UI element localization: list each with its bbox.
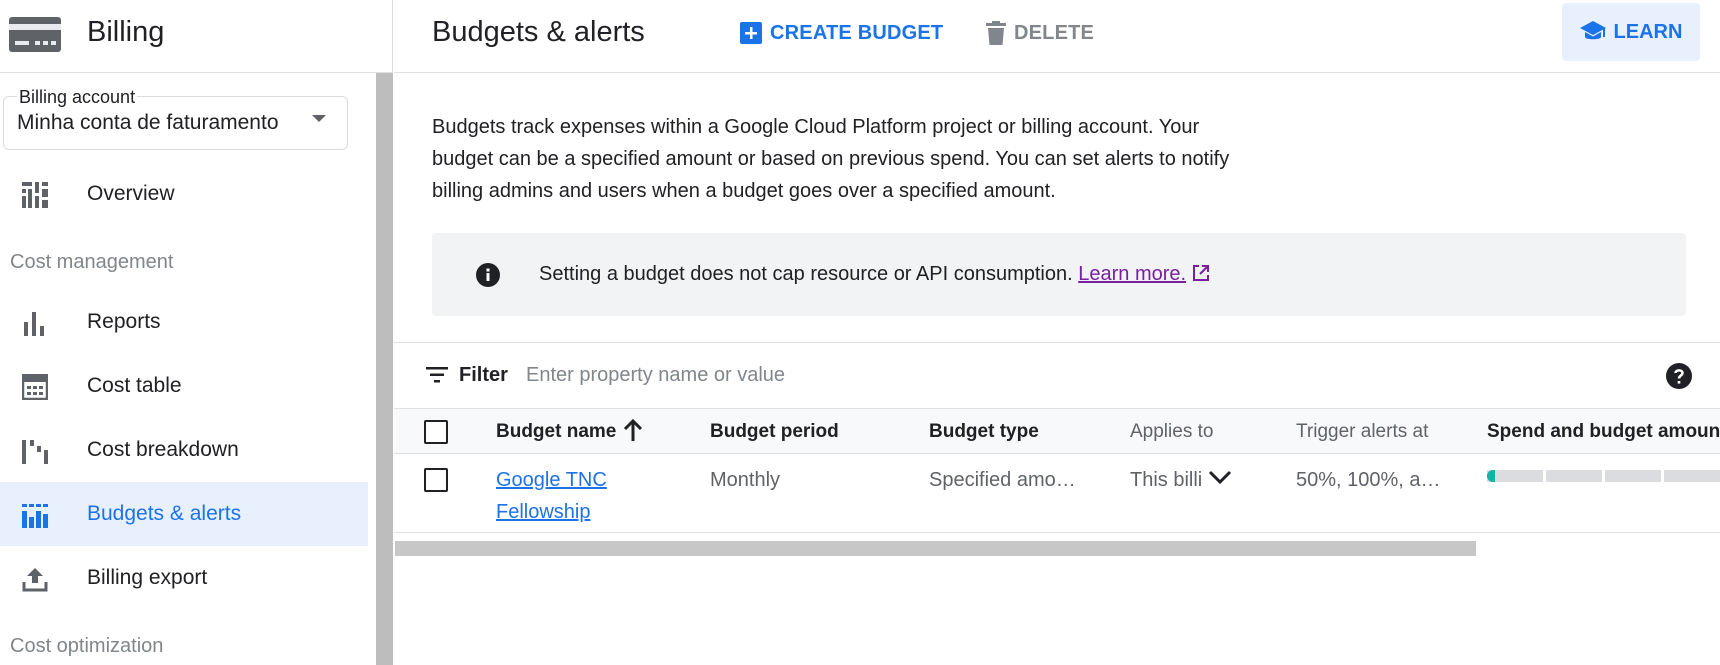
info-icon [476,263,500,287]
column-header-applies-to: Applies to [1130,421,1214,442]
budgets-icon [22,504,48,528]
info-text: Setting a budget does not cap resource o… [539,263,1073,285]
dropdown-caret-icon[interactable] [312,115,326,122]
upload-icon [22,568,48,592]
help-icon[interactable] [1666,363,1692,389]
sidebar-item-label: Cost breakdown [87,438,239,461]
create-budget-label: CREATE BUDGET [770,21,944,44]
add-box-icon [740,22,762,44]
sidebar-item-label: Billing export [87,566,208,589]
expand-chevron-icon[interactable] [1207,467,1233,487]
spend-progress-bar [1487,470,1720,482]
sidebar-item-reports[interactable]: Reports [0,290,368,354]
overview-icon [22,182,48,208]
sidebar-item-budgets-alerts[interactable]: Budgets & alerts [0,482,368,546]
filter-icon [426,367,448,383]
billing-card-icon [9,17,61,52]
trigger-alerts-cell: 50%, 100%, a… [1296,469,1441,491]
delete-label: DELETE [1014,21,1095,44]
sidebar-item-billing-export[interactable]: Billing export [0,546,368,610]
info-text-row: Setting a budget does not cap resource o… [539,261,1210,287]
billing-account-value: Minha conta de faturamento [17,111,279,134]
filter-bar: Filter [394,342,1720,408]
external-link-icon[interactable] [1192,264,1210,282]
sidebar: Billing Billing account Minha conta de f… [0,0,393,665]
spend-segment [1546,470,1602,482]
learn-button[interactable]: LEARN [1562,3,1700,61]
section-cost-management: Cost management [10,251,174,273]
delete-button[interactable]: DELETE [986,18,1094,48]
sidebar-item-label: Budgets & alerts [87,502,242,525]
sidebar-item-overview[interactable]: Overview [0,162,368,226]
column-header-budget-period[interactable]: Budget period [710,420,839,444]
column-header-spend-budget: Spend and budget amount [1487,421,1720,442]
column-header-budget-type[interactable]: Budget type [929,420,1039,444]
filter-input[interactable] [526,359,1126,391]
school-icon [1579,21,1606,40]
budget-period-cell: Monthly [710,469,781,491]
calculator-icon [22,374,48,400]
sidebar-title: Billing [87,16,165,48]
spend-segment [1487,470,1543,482]
trash-icon [986,21,1006,45]
create-budget-button[interactable]: CREATE BUDGET [740,18,943,48]
spend-fill [1487,470,1495,482]
page-description: Budgets track expenses within a Google C… [432,116,1230,202]
info-banner: Setting a budget does not cap resource o… [432,233,1686,316]
row-checkbox[interactable] [424,468,448,492]
applies-to-cell: This billi [1130,469,1203,491]
learn-more-link[interactable]: Learn more. [1078,263,1186,285]
billing-account-label: Billing account [17,86,138,108]
filter-label: Filter [459,364,508,386]
sidebar-item-label: Cost table [87,374,182,397]
sidebar-item-cost-table[interactable]: Cost table [0,354,368,418]
section-cost-optimization: Cost optimization [10,635,164,657]
table-header: Budget name Budget period Budget type Ap… [394,408,1720,454]
budget-type-cell: Specified amo… [929,469,1076,491]
budget-name-link[interactable]: Google TNC Fellowship [496,464,636,528]
sidebar-item-label: Reports [87,310,161,333]
sort-ascending-icon[interactable] [622,419,644,443]
page-title: Budgets & alerts [432,16,645,48]
column-header-budget-name[interactable]: Budget name [496,420,616,444]
bar-chart-icon [24,312,44,336]
sidebar-header: Billing [0,0,393,73]
sidebar-scrollbar[interactable] [376,73,393,665]
horizontal-scrollbar[interactable] [395,541,1476,556]
spend-segment [1664,470,1720,482]
sidebar-item-cost-breakdown[interactable]: Cost breakdown [0,418,368,482]
breakdown-icon [22,440,48,464]
sidebar-item-label: Overview [87,182,175,205]
select-all-checkbox[interactable] [424,420,448,444]
billing-app: Billing Billing account Minha conta de f… [0,0,1720,665]
spend-segment [1605,470,1661,482]
column-header-trigger-alerts: Trigger alerts at [1296,421,1429,442]
learn-label: LEARN [1613,20,1683,43]
table-row: Google TNC Fellowship Monthly Specified … [394,454,1720,533]
top-toolbar: Budgets & alerts CREATE BUDGET DELETE LE… [394,0,1720,73]
